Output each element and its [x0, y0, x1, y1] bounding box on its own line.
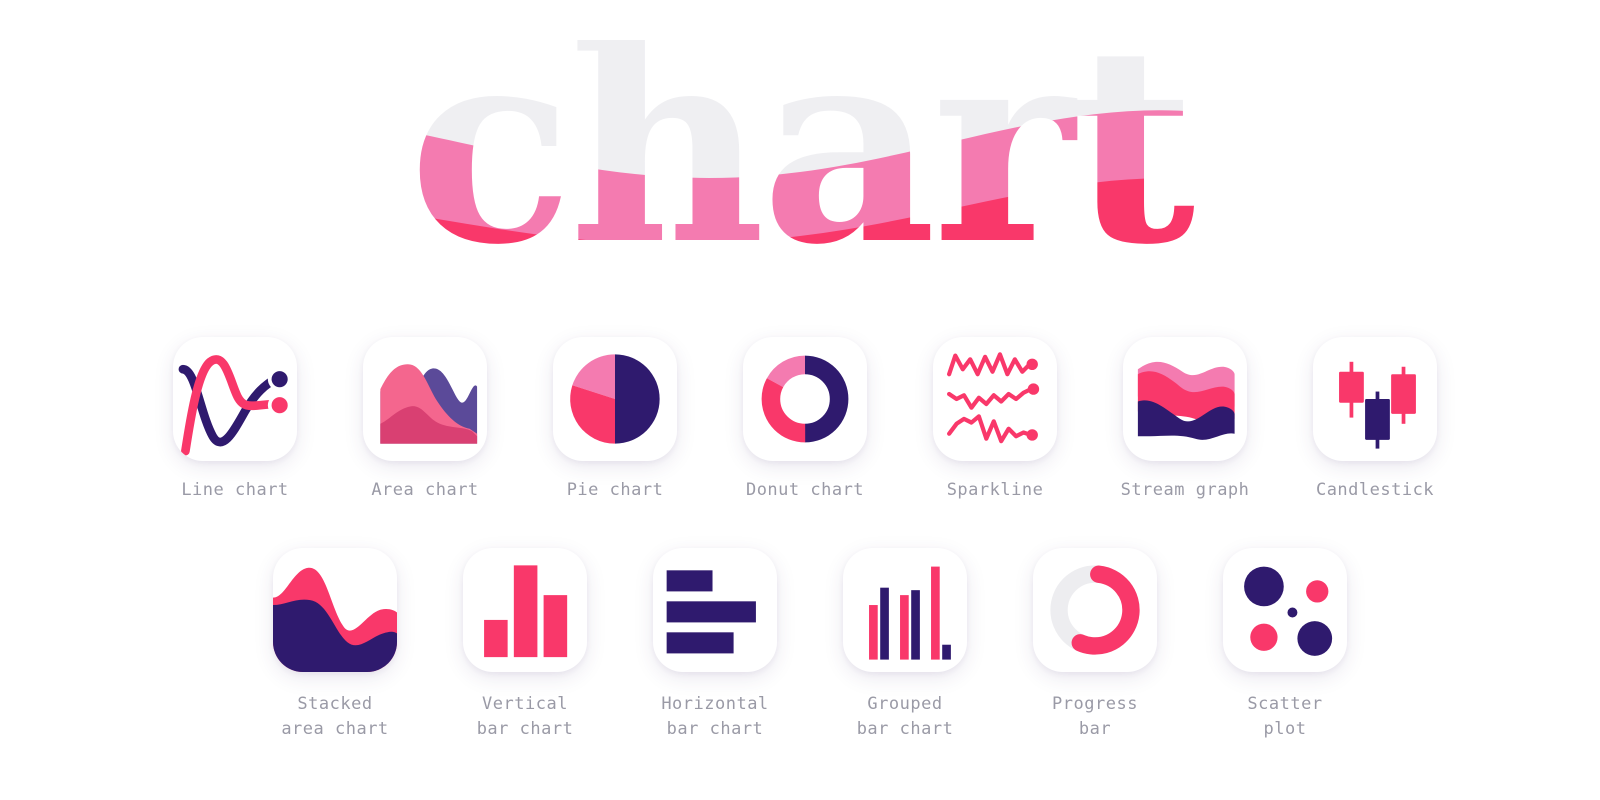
chart-item-scatter-plot[interactable]: Scatter plot [1190, 548, 1380, 742]
chart-card[interactable] [1033, 548, 1157, 672]
chart-item-area-chart[interactable]: Area chart [330, 337, 520, 503]
chart-item-horizontal-bar-chart[interactable]: Horizontal bar chart [620, 548, 810, 742]
chart-item-stacked-area-chart[interactable]: Stacked area chart [240, 548, 430, 742]
page-root: chart [0, 0, 1600, 800]
chart-item-label: Donut chart [745, 480, 865, 500]
chart-item-label: Grouped bar chart [856, 694, 954, 739]
chart-item-label: Vertical bar chart [476, 694, 574, 739]
candle-2 [1365, 391, 1390, 449]
grouped-bar-chart-icon [869, 566, 951, 660]
chart-item-grouped-bar-chart[interactable]: Grouped bar chart [810, 548, 1000, 742]
chart-type-row-two: Stacked area chart Vertical bar chart Ho… [240, 548, 1380, 742]
chart-item-line-chart[interactable]: Line chart [140, 337, 330, 503]
candle-1 [1339, 361, 1364, 418]
chart-item-label: Stream graph [1120, 480, 1250, 500]
chart-card[interactable] [173, 337, 297, 461]
title-artwork: chart [408, 40, 1198, 290]
chart-card[interactable] [273, 548, 397, 672]
line-chart-icon [178, 355, 292, 456]
chart-item-vertical-bar-chart[interactable]: Vertical bar chart [430, 548, 620, 742]
donut-chart-icon [761, 355, 849, 443]
chart-card[interactable] [843, 548, 967, 672]
chart-type-row-one: Line chart Area chart Pie chart Donut ch… [140, 337, 1470, 503]
chart-card[interactable] [653, 548, 777, 672]
chart-card[interactable] [1223, 548, 1347, 672]
chart-card[interactable] [363, 337, 487, 461]
chart-item-progress-bar[interactable]: Progress bar [1000, 548, 1190, 742]
candlestick-icon [1339, 361, 1416, 449]
vertical-bar-chart-icon [484, 565, 568, 658]
progress-bar-icon [1050, 565, 1140, 655]
chart-item-candlestick[interactable]: Candlestick [1280, 337, 1470, 503]
scatter-plot-icon [1244, 566, 1333, 656]
chart-item-sparkline[interactable]: Sparkline [900, 337, 1090, 503]
chart-card[interactable] [1313, 337, 1437, 461]
stacked-area-chart-icon [273, 567, 397, 672]
pie-chart-icon [570, 354, 660, 444]
chart-card[interactable] [463, 548, 587, 672]
chart-item-label: Scatter plot [1247, 694, 1323, 739]
chart-item-donut-chart[interactable]: Donut chart [710, 337, 900, 503]
horizontal-bar-chart-icon [666, 570, 756, 654]
chart-item-label: Stacked area chart [281, 694, 389, 739]
chart-item-label: Line chart [181, 480, 289, 500]
page-title: chart [0, 40, 1600, 290]
chart-item-label: Progress bar [1052, 694, 1138, 739]
chart-item-pie-chart[interactable]: Pie chart [520, 337, 710, 503]
candle-3 [1391, 366, 1416, 424]
chart-card[interactable] [743, 337, 867, 461]
stream-graph-icon [1137, 361, 1235, 440]
sparkline-icon [947, 352, 1040, 444]
chart-item-label: Horizontal bar chart [661, 694, 769, 739]
chart-card[interactable] [933, 337, 1057, 461]
title-fill [408, 40, 1198, 290]
chart-item-label: Pie chart [566, 480, 664, 500]
chart-item-label: Area chart [371, 480, 479, 500]
chart-item-stream-graph[interactable]: Stream graph [1090, 337, 1280, 503]
chart-card[interactable] [553, 337, 677, 461]
area-chart-icon [380, 364, 478, 444]
chart-card[interactable] [1123, 337, 1247, 461]
chart-item-label: Candlestick [1315, 480, 1435, 500]
chart-item-label: Sparkline [946, 480, 1044, 500]
